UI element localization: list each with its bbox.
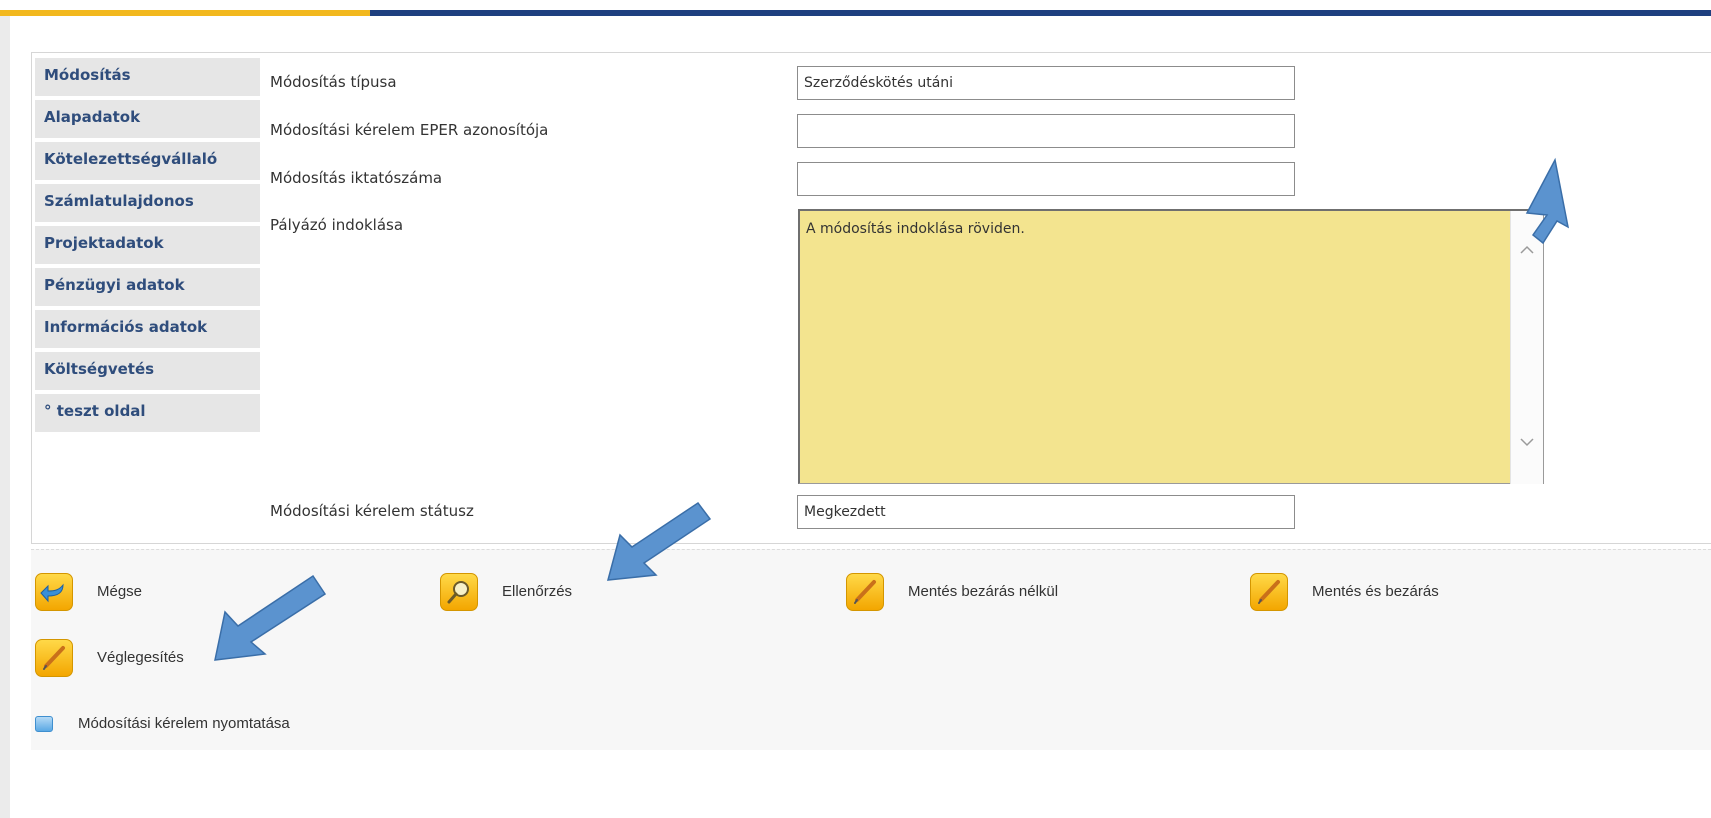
status-field[interactable]: Megkezdett — [797, 495, 1295, 529]
pencil-icon — [1250, 573, 1288, 611]
side-navigation: Módosítás Alapadatok Kötelezettségvállal… — [35, 58, 260, 436]
sidebar-item-kotelezettsegvallalo[interactable]: Kötelezettségvállaló — [35, 142, 260, 180]
modification-type-field[interactable]: Szerződéskötés utáni — [797, 66, 1295, 100]
eper-id-label: Módosítási kérelem EPER azonosítója — [270, 121, 549, 139]
sidebar-item-projektadatok[interactable]: Projektadatok — [35, 226, 260, 264]
top-strip — [0, 0, 1711, 10]
filing-number-label: Módosítás iktatószáma — [270, 169, 443, 187]
sidebar-item-modositas[interactable]: Módosítás — [35, 58, 260, 96]
save-without-close-label: Mentés bezárás nélkül — [908, 583, 1059, 600]
cancel-button[interactable]: Mégse — [35, 573, 235, 613]
save-and-close-button[interactable]: Mentés és bezárás — [1250, 573, 1550, 613]
save-without-close-button[interactable]: Mentés bezárás nélkül — [846, 573, 1146, 613]
justification-label: Pályázó indoklása — [270, 216, 404, 234]
pencil-icon — [846, 573, 884, 611]
status-label: Módosítási kérelem státusz — [270, 502, 474, 520]
sidebar-item-koltsegvetes[interactable]: Költségvetés — [35, 352, 260, 390]
print-icon — [35, 716, 53, 732]
eper-id-field[interactable] — [797, 114, 1295, 148]
sidebar-item-szamlatulajdonos[interactable]: Számlatulajdonos — [35, 184, 260, 222]
print-request-label: Módosítási kérelem nyomtatása — [78, 715, 290, 732]
top-accent-bar — [0, 0, 1711, 16]
check-button[interactable]: Ellenőrzés — [440, 573, 640, 613]
sidebar-item-informacios-adatok[interactable]: Információs adatok — [35, 310, 260, 348]
scroll-down-icon[interactable] — [1518, 433, 1536, 451]
finalize-label: Véglegesítés — [97, 649, 184, 666]
check-label: Ellenőrzés — [502, 583, 573, 600]
back-arrow-icon — [35, 573, 73, 611]
print-request-link[interactable]: Módosítási kérelem nyomtatása — [35, 712, 355, 736]
sidebar-item-teszt-oldal[interactable]: ° teszt oldal — [35, 394, 260, 432]
cancel-label: Mégse — [97, 583, 143, 600]
save-and-close-label: Mentés és bezárás — [1312, 583, 1439, 600]
finalize-button[interactable]: Véglegesítés — [35, 639, 255, 679]
scroll-up-icon[interactable] — [1518, 241, 1536, 259]
modification-type-label: Módosítás típusa — [270, 73, 397, 91]
textarea-scrollbar[interactable] — [1510, 211, 1543, 484]
sidebar-item-alapadatok[interactable]: Alapadatok — [35, 100, 260, 138]
justification-textarea[interactable]: A módosítás indoklása röviden. — [798, 209, 1544, 484]
pencil-icon — [35, 639, 73, 677]
sidebar-item-penzugyi-adatok[interactable]: Pénzügyi adatok — [35, 268, 260, 306]
magnifier-icon — [440, 573, 478, 611]
justification-text: A módosítás indoklása röviden. — [806, 221, 1025, 237]
filing-number-field[interactable] — [797, 162, 1295, 196]
